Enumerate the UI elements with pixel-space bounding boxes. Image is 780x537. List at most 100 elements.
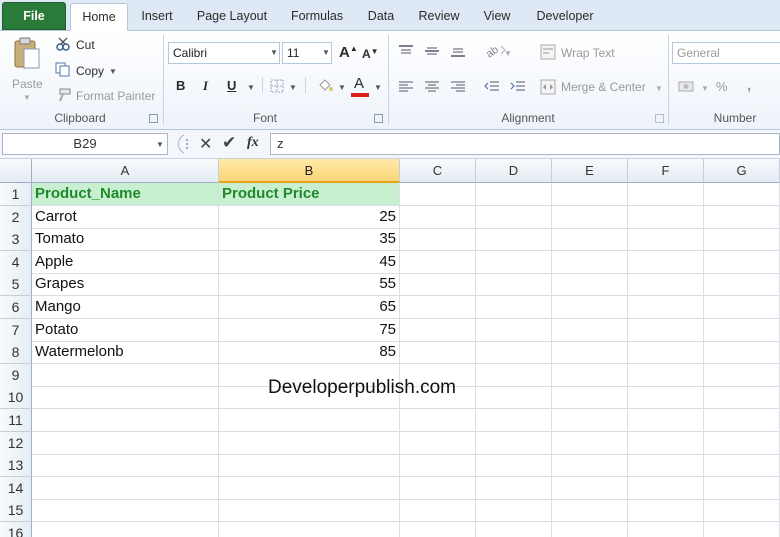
empty-cell[interactable] bbox=[219, 409, 400, 432]
empty-cell[interactable] bbox=[704, 454, 780, 478]
align-middle-icon[interactable] bbox=[424, 44, 440, 58]
tab-developer[interactable]: Developer bbox=[530, 3, 600, 31]
empty-cell[interactable] bbox=[476, 431, 552, 455]
wrap-text-icon[interactable] bbox=[540, 44, 556, 60]
shrink-font-icon[interactable]: A▼ bbox=[362, 47, 379, 61]
align-top-icon[interactable] bbox=[398, 44, 414, 58]
name-box-dropdown-icon[interactable]: ▼ bbox=[156, 140, 164, 149]
empty-cell[interactable] bbox=[219, 454, 400, 478]
empty-cell[interactable] bbox=[32, 363, 219, 387]
tab-view[interactable]: View bbox=[478, 3, 516, 31]
product-name-cell[interactable]: Carrot bbox=[32, 205, 219, 229]
tab-file[interactable]: File bbox=[2, 2, 66, 30]
empty-cell[interactable] bbox=[400, 499, 476, 523]
font-name-select[interactable]: Calibri bbox=[168, 42, 280, 64]
empty-cell[interactable] bbox=[552, 409, 628, 432]
empty-cell[interactable] bbox=[628, 341, 704, 365]
empty-cell[interactable] bbox=[704, 499, 780, 523]
empty-cell[interactable] bbox=[628, 318, 704, 342]
empty-cell[interactable] bbox=[552, 228, 628, 252]
empty-cell[interactable] bbox=[400, 431, 476, 455]
merge-center-dropdown-icon[interactable]: ▼ bbox=[655, 84, 663, 93]
confirm-entry-icon[interactable]: ✔ bbox=[222, 133, 236, 153]
empty-cell[interactable] bbox=[704, 273, 780, 297]
paste-label[interactable]: Paste bbox=[12, 77, 43, 91]
empty-cell[interactable] bbox=[400, 522, 476, 537]
align-right-icon[interactable] bbox=[450, 80, 466, 94]
row-header-8[interactable]: 8 bbox=[0, 341, 32, 365]
empty-cell[interactable] bbox=[628, 250, 704, 274]
row-header-10[interactable]: 10 bbox=[0, 386, 32, 410]
empty-cell[interactable] bbox=[628, 296, 704, 319]
empty-cell[interactable] bbox=[628, 363, 704, 387]
fill-color-icon[interactable] bbox=[316, 77, 334, 95]
borders-icon[interactable] bbox=[270, 79, 284, 93]
empty-cell[interactable] bbox=[32, 454, 219, 478]
empty-cell[interactable] bbox=[552, 476, 628, 500]
empty-cell[interactable] bbox=[32, 409, 219, 432]
empty-cell[interactable] bbox=[476, 409, 552, 432]
copy-button[interactable]: Copy bbox=[76, 64, 104, 78]
borders-dropdown-icon[interactable]: ▼ bbox=[289, 83, 297, 92]
empty-cell[interactable] bbox=[32, 499, 219, 523]
empty-cell[interactable] bbox=[704, 431, 780, 455]
empty-cell[interactable] bbox=[704, 476, 780, 500]
product-name-cell[interactable]: Potato bbox=[32, 318, 219, 342]
clipboard-launcher-icon[interactable] bbox=[149, 114, 158, 123]
empty-cell[interactable] bbox=[400, 205, 476, 229]
empty-cell[interactable] bbox=[476, 205, 552, 229]
empty-cell[interactable] bbox=[552, 363, 628, 387]
cut-icon[interactable] bbox=[56, 37, 70, 51]
empty-cell[interactable] bbox=[400, 228, 476, 252]
empty-cell[interactable] bbox=[400, 409, 476, 432]
row-header-12[interactable]: 12 bbox=[0, 431, 32, 455]
empty-cell[interactable] bbox=[704, 386, 780, 410]
align-center-icon[interactable] bbox=[424, 80, 440, 94]
empty-cell[interactable] bbox=[704, 318, 780, 342]
align-bottom-icon[interactable] bbox=[450, 44, 466, 58]
font-launcher-icon[interactable] bbox=[374, 114, 383, 123]
empty-cell[interactable] bbox=[476, 341, 552, 365]
empty-cell[interactable] bbox=[628, 522, 704, 537]
empty-cell[interactable] bbox=[628, 183, 704, 206]
decrease-indent-icon[interactable] bbox=[484, 80, 500, 94]
comma-style-button[interactable]: , bbox=[747, 77, 751, 94]
select-all-corner[interactable] bbox=[0, 159, 32, 183]
font-color-dropdown-icon[interactable]: ▼ bbox=[374, 83, 382, 92]
product-price-cell[interactable]: 55 bbox=[219, 273, 400, 297]
row-header-7[interactable]: 7 bbox=[0, 318, 32, 342]
empty-cell[interactable] bbox=[476, 363, 552, 387]
empty-cell[interactable] bbox=[704, 205, 780, 229]
empty-cell[interactable] bbox=[219, 499, 400, 523]
row-header-16[interactable]: 16 bbox=[0, 522, 32, 537]
merge-center-icon[interactable] bbox=[540, 79, 556, 95]
grow-font-icon[interactable]: A▲ bbox=[339, 44, 358, 61]
orientation-dropdown-icon[interactable]: ▼ bbox=[504, 49, 512, 58]
empty-cell[interactable] bbox=[400, 476, 476, 500]
alignment-launcher-icon[interactable] bbox=[655, 114, 664, 123]
column-header-b[interactable]: B bbox=[219, 159, 400, 183]
empty-cell[interactable] bbox=[476, 296, 552, 319]
empty-cell[interactable] bbox=[400, 296, 476, 319]
paste-dropdown-icon[interactable]: ▼ bbox=[23, 93, 31, 102]
empty-cell[interactable] bbox=[476, 250, 552, 274]
currency-dropdown-icon[interactable]: ▼ bbox=[701, 84, 709, 93]
empty-cell[interactable] bbox=[552, 431, 628, 455]
empty-cell[interactable] bbox=[628, 273, 704, 297]
insert-function-icon[interactable]: fx bbox=[247, 135, 259, 151]
row-header-4[interactable]: 4 bbox=[0, 250, 32, 274]
copy-dropdown-icon[interactable]: ▼ bbox=[109, 67, 117, 76]
currency-format-icon[interactable] bbox=[678, 79, 696, 95]
column-header-a[interactable]: A bbox=[32, 159, 219, 183]
formula-input[interactable]: z bbox=[270, 133, 780, 155]
row-header-15[interactable]: 15 bbox=[0, 499, 32, 523]
copy-icon[interactable] bbox=[55, 62, 71, 77]
table-header-cell[interactable]: Product_Name bbox=[32, 183, 219, 206]
empty-cell[interactable] bbox=[628, 205, 704, 229]
column-header-c[interactable]: C bbox=[400, 159, 476, 183]
empty-cell[interactable] bbox=[628, 228, 704, 252]
row-header-3[interactable]: 3 bbox=[0, 228, 32, 252]
empty-cell[interactable] bbox=[476, 499, 552, 523]
empty-cell[interactable] bbox=[704, 228, 780, 252]
empty-cell[interactable] bbox=[219, 431, 400, 455]
